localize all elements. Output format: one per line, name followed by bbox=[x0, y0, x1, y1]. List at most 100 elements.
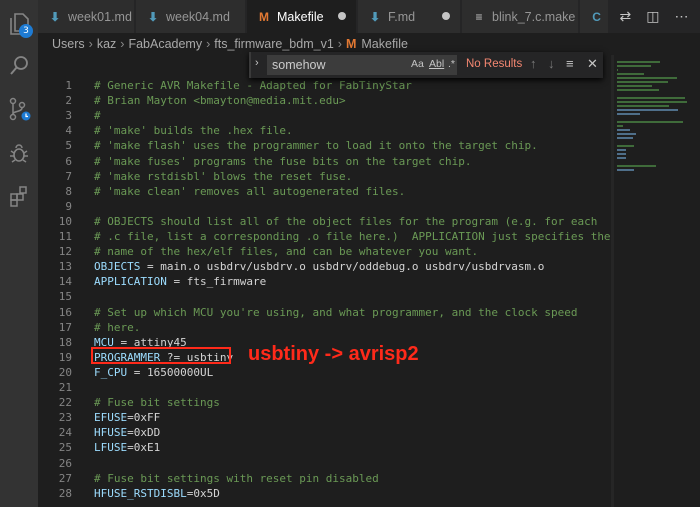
chevron-right-icon: › bbox=[337, 37, 342, 51]
unsaved-dot-icon[interactable] bbox=[442, 12, 450, 20]
breadcrumb-item[interactable]: kaz bbox=[97, 37, 116, 51]
breadcrumb-file[interactable]: Makefile bbox=[361, 37, 408, 51]
markdown-download-icon: ⬇ bbox=[147, 9, 159, 24]
line-number: 6 bbox=[65, 154, 72, 168]
code-text: OBJECTS = main.o usbdrv/usbdrv.o usbdrv/… bbox=[94, 259, 544, 274]
code-line[interactable]: 15 bbox=[38, 289, 598, 304]
tab-week04[interactable]: ⬇ week04.md bbox=[136, 0, 246, 33]
line-number: 22 bbox=[58, 396, 72, 410]
code-line[interactable]: 16 # Set up which MCU you're using, and w… bbox=[38, 305, 598, 320]
minimap-line bbox=[617, 61, 661, 63]
minimap[interactable] bbox=[614, 55, 700, 185]
tab-week01[interactable]: ⬇ week01.md bbox=[38, 0, 135, 33]
find-in-selection-icon[interactable]: ≡ bbox=[566, 56, 574, 71]
code-line[interactable]: 22 # Fuse bit settings bbox=[38, 395, 598, 410]
tab-bar: ⬇ week01.md ⬇ week04.md M Makefile ⬇ F.m… bbox=[38, 0, 700, 33]
tab-label: week01.md bbox=[68, 9, 132, 24]
toggle-replace-icon[interactable]: › bbox=[255, 57, 259, 69]
more-actions-icon[interactable]: ⋯ bbox=[674, 8, 688, 25]
code-line[interactable]: 5 # 'make flash' uses the programmer to l… bbox=[38, 138, 598, 153]
minimap-line bbox=[617, 105, 670, 107]
explorer-icon[interactable]: 3 bbox=[0, 4, 38, 44]
code-line[interactable]: 3 # bbox=[38, 108, 598, 123]
tab-makefile[interactable]: M Makefile bbox=[247, 0, 357, 33]
code-line[interactable]: 14 APPLICATION = fts_firmware bbox=[38, 274, 598, 289]
minimap-line bbox=[617, 129, 630, 131]
code-line[interactable]: 21 bbox=[38, 380, 598, 395]
code-line[interactable]: 6 # 'make fuses' programs the fuse bits o… bbox=[38, 154, 598, 169]
minimap-line bbox=[617, 81, 669, 83]
whole-word-icon[interactable]: Abl bbox=[429, 58, 444, 70]
breadcrumb-item[interactable]: fts_firmware_bdm_v1 bbox=[214, 37, 334, 51]
code-line[interactable]: 26 bbox=[38, 456, 598, 471]
code-line[interactable]: 11 # .c file, list a corresponding .o fil… bbox=[38, 229, 611, 244]
variable-value: = 16500000UL bbox=[127, 365, 214, 379]
activity-bar: 3 bbox=[0, 0, 38, 507]
code-line[interactable]: 7 # 'make rstdisbl' blows the reset fuse. bbox=[38, 169, 598, 184]
tab-f-md[interactable]: ⬇ F.md bbox=[358, 0, 461, 33]
unsaved-dot-icon[interactable] bbox=[338, 12, 346, 20]
code-line[interactable]: 8 # 'make clean' removes all autogenerate… bbox=[38, 184, 598, 199]
variable-name: F_CPU bbox=[94, 365, 128, 379]
minimap-line bbox=[617, 145, 635, 147]
tab-label: week04.md bbox=[166, 9, 230, 24]
minimap-line bbox=[617, 101, 688, 103]
code-text: # Set up which MCU you're using, and wha… bbox=[94, 305, 578, 319]
code-line[interactable]: 24 HFUSE=0xDD bbox=[38, 425, 598, 440]
regex-icon[interactable]: .* bbox=[448, 58, 455, 70]
minimap-line bbox=[617, 165, 656, 167]
minimap-line bbox=[617, 133, 636, 135]
code-line[interactable]: 1 # Generic AVR Makefile - Adapted for Fa… bbox=[38, 78, 598, 93]
code-line[interactable]: 4 # 'make' builds the .hex file. bbox=[38, 123, 598, 138]
variable-value: =0xE1 bbox=[127, 441, 161, 455]
next-match-icon[interactable]: ↓ bbox=[548, 56, 555, 71]
breadcrumb-item[interactable]: FabAcademy bbox=[128, 37, 202, 51]
minimap-line bbox=[617, 109, 679, 111]
code-line[interactable]: 17 # here. bbox=[38, 320, 598, 335]
code-editor[interactable]: 1 # Generic AVR Makefile - Adapted for Fa… bbox=[38, 55, 700, 507]
line-number: 26 bbox=[58, 456, 72, 470]
line-number: 14 bbox=[58, 275, 72, 289]
code-line[interactable]: 20 F_CPU = 16500000UL bbox=[38, 365, 598, 380]
previous-match-icon[interactable]: ↑ bbox=[530, 56, 537, 71]
minimap-line bbox=[617, 149, 626, 151]
variable-value: = fts_firmware bbox=[166, 275, 267, 289]
tab-blink-make[interactable]: ≡ blink_7.c.make bbox=[462, 0, 579, 33]
breadcrumb-item[interactable]: Users bbox=[52, 37, 85, 51]
code-line[interactable]: 28 HFUSE_RSTDISBL=0x5D bbox=[38, 486, 598, 501]
variable-value: =0x5D bbox=[186, 486, 220, 500]
open-changes-icon[interactable]: ⇄ bbox=[620, 8, 632, 25]
code-text: # Generic AVR Makefile - Adapted for Fab… bbox=[94, 79, 412, 92]
code-line[interactable]: 27 # Fuse bit settings with reset pin dis… bbox=[38, 471, 598, 486]
tab-label: F.md bbox=[388, 9, 416, 24]
search-icon[interactable] bbox=[0, 46, 38, 86]
code-line[interactable]: 25 LFUSE=0xE1 bbox=[38, 440, 598, 455]
debug-icon[interactable] bbox=[0, 133, 38, 173]
code-line[interactable]: 23 EFUSE=0xFF bbox=[38, 410, 598, 425]
code-line[interactable]: 9 bbox=[38, 199, 598, 214]
minimap-line bbox=[617, 153, 626, 155]
minimap-line bbox=[617, 125, 624, 127]
c-file-icon: C bbox=[592, 9, 601, 24]
code-line[interactable]: 12 # name of the hex/elf files, and can b… bbox=[38, 244, 598, 259]
extensions-icon[interactable] bbox=[0, 176, 38, 216]
match-case-icon[interactable]: Aa bbox=[411, 58, 424, 70]
minimap-line bbox=[617, 157, 626, 159]
split-editor-icon[interactable]: ◫ bbox=[646, 8, 659, 25]
line-number: 8 bbox=[65, 184, 72, 198]
close-icon[interactable]: ✕ bbox=[587, 56, 598, 72]
code-text: HFUSE=0xDD bbox=[94, 425, 160, 440]
code-text: # 'make' builds the .hex file. bbox=[94, 124, 293, 138]
code-line[interactable]: 10 # OBJECTS should list all of the objec… bbox=[38, 214, 598, 229]
source-control-icon[interactable] bbox=[0, 89, 38, 129]
variable-name: HFUSE_RSTDISBL bbox=[94, 486, 187, 500]
line-number: 19 bbox=[58, 350, 72, 364]
code-text: # here. bbox=[94, 320, 141, 334]
code-line[interactable]: 13 OBJECTS = main.o usbdrv/usbdrv.o usbdr… bbox=[38, 259, 598, 274]
code-line[interactable]: 2 # Brian Mayton <bmayton@media.mit.edu> bbox=[38, 93, 598, 108]
line-number: 21 bbox=[58, 381, 72, 394]
editor-actions: ⇄ ◫ ⋯ bbox=[608, 0, 700, 33]
code-text: # Brian Mayton <bmayton@media.mit.edu> bbox=[94, 94, 346, 108]
line-number: 13 bbox=[58, 260, 72, 274]
line-number: 9 bbox=[65, 199, 72, 213]
